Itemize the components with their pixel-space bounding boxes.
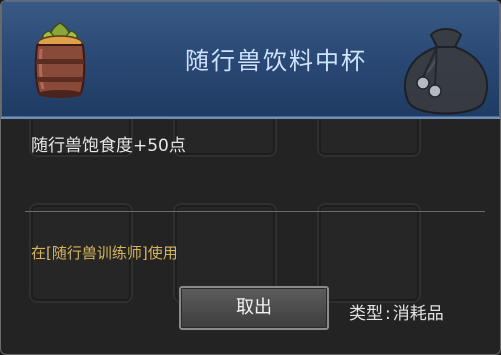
item-type: 类型: 消耗品 (349, 304, 444, 324)
background-slot (317, 203, 421, 303)
tooltip-header: 随行兽饮料中杯 (1, 1, 500, 119)
item-type-label: 类型 (349, 304, 383, 324)
withdraw-button[interactable]: 取出 (179, 286, 329, 330)
divider (25, 211, 485, 212)
pouch-bag-icon (403, 28, 489, 115)
item-title: 随行兽饮料中杯 (185, 47, 367, 75)
drink-barrel-icon (34, 22, 86, 98)
item-type-value: 消耗品 (392, 304, 444, 324)
item-description: 随行兽饱食度+50点 (31, 136, 186, 156)
item-usage-location: 在[随行兽训练师]使用 (31, 244, 178, 262)
item-tooltip: 随行兽饮料中杯 随行兽饱食度+50点 在[随行兽训练师]使用 取出 类型: 消耗品 (0, 0, 501, 355)
